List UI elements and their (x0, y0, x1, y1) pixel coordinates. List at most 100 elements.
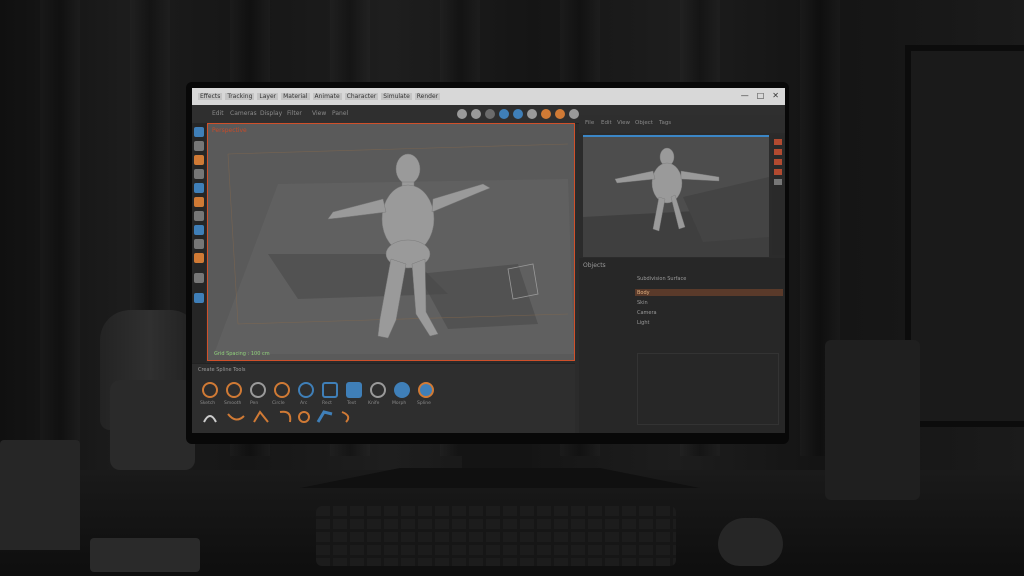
monitor-screen: Effects Tracking Layer Material Animate … (192, 88, 785, 433)
menu-item[interactable]: Simulate (381, 93, 412, 100)
maximize-button[interactable]: □ (757, 91, 765, 100)
arc-tool-icon[interactable] (298, 382, 314, 398)
left-tool-strip (192, 123, 206, 363)
rotate-icon[interactable] (194, 155, 204, 165)
camera-icon[interactable] (774, 139, 782, 145)
curtain-fold (40, 0, 80, 456)
right-menu[interactable]: View (617, 120, 630, 126)
room-scene: Effects Tracking Layer Material Animate … (0, 0, 1024, 576)
menu-item[interactable]: Animate (312, 93, 342, 100)
right-menu[interactable]: File (585, 120, 594, 126)
keyboard (316, 506, 676, 566)
generator-icon[interactable] (555, 109, 565, 119)
object-outliner: Objects Subdivision Surface Body Skin Ca… (579, 258, 785, 433)
circle-tool-icon[interactable] (274, 382, 290, 398)
right-menu[interactable]: Tags (659, 120, 671, 126)
select-icon[interactable] (194, 127, 204, 137)
tool-label: Pen (250, 401, 259, 406)
light-icon[interactable] (774, 149, 782, 155)
sketch-tool-icon[interactable] (202, 382, 218, 398)
tool-label: Morph (392, 401, 407, 406)
outliner-selection (635, 289, 783, 296)
preview-scene (583, 147, 769, 257)
grid-spacing-status: Grid Spacing : 100 cm (214, 351, 270, 357)
rotate-icon[interactable] (471, 109, 481, 119)
morph-tool-icon[interactable] (394, 382, 410, 398)
menu-item[interactable]: Character (344, 93, 379, 100)
pen-tool-icon[interactable] (250, 382, 266, 398)
material-icon[interactable] (774, 159, 782, 165)
tool-label: Arc (300, 401, 308, 406)
desk-item (90, 538, 200, 572)
menu-item[interactable]: Effects (198, 93, 223, 100)
plant-pot (0, 440, 80, 550)
knife-tool-icon[interactable] (370, 382, 386, 398)
text-tool-icon[interactable] (346, 382, 362, 398)
tool-label: Knife (368, 401, 380, 406)
toolbar-menu[interactable]: Edit (212, 110, 224, 117)
vase (110, 380, 195, 470)
window-controls: — □ ✕ (741, 91, 779, 100)
toolbar-menu[interactable]: View (312, 110, 326, 117)
object-icon[interactable] (527, 109, 537, 119)
paint-icon[interactable] (194, 273, 204, 283)
sculpt-icon[interactable] (194, 293, 204, 303)
preview-side-icons (772, 135, 785, 255)
smooth-tool-icon[interactable] (226, 382, 242, 398)
outliner-row[interactable]: Skin (637, 300, 648, 306)
deformer-icon[interactable] (569, 109, 579, 119)
spline-icon[interactable] (541, 109, 551, 119)
workplane-icon[interactable] (194, 253, 204, 263)
points-icon[interactable] (194, 183, 204, 193)
scale-icon[interactable] (485, 109, 495, 119)
speaker (825, 340, 920, 500)
move-icon[interactable] (194, 141, 204, 151)
panel-tabs[interactable]: Create Spline Tools (198, 367, 245, 373)
right-menu[interactable]: Object (635, 120, 653, 126)
outliner-row-selected[interactable]: Body (637, 290, 650, 296)
toolbar-menu[interactable]: Cameras (230, 110, 257, 117)
move-icon[interactable] (457, 109, 467, 119)
snap-icon[interactable] (194, 239, 204, 249)
tool-label: Smooth (224, 401, 242, 406)
picture-frame (905, 45, 1024, 427)
toolbar-menu[interactable]: Display (260, 110, 282, 117)
tool-label: Rect (322, 401, 332, 406)
layer-icon[interactable] (774, 179, 782, 185)
spline-shape-row (203, 410, 350, 423)
perspective-viewport[interactable]: Perspective Grid Spacing: 100 cm (207, 123, 575, 361)
tool-label: Text (347, 401, 357, 406)
axis-icon[interactable] (194, 225, 204, 235)
spline-tools-panel: Create Spline Tools Sketch Smooth Pen Ci… (192, 363, 575, 433)
viewport-scene (214, 143, 574, 354)
menu-item[interactable]: Tracking (225, 93, 255, 100)
menu-bar: Effects Tracking Layer Material Animate … (192, 88, 785, 105)
rect-tool-icon[interactable] (322, 382, 338, 398)
toolbar-menu[interactable]: Panel (332, 110, 348, 117)
minimize-button[interactable]: — (741, 91, 749, 100)
camera-preview-viewport[interactable] (583, 135, 769, 257)
render-settings-icon[interactable] (513, 109, 523, 119)
close-button[interactable]: ✕ (772, 91, 779, 100)
toolbar-menu[interactable]: Filter (287, 110, 302, 117)
outliner-row[interactable]: Camera (637, 310, 657, 316)
tool-label: Circle (272, 401, 285, 406)
tag-icon[interactable] (774, 169, 782, 175)
menu-item[interactable]: Render (414, 93, 441, 100)
outliner-empty-area (637, 353, 779, 425)
tool-label: Sketch (200, 401, 216, 406)
scale-icon[interactable] (194, 169, 204, 179)
menu-item[interactable]: Layer (257, 93, 279, 100)
menu-item[interactable]: Material (281, 93, 310, 100)
tool-label: Spline (417, 401, 431, 406)
edges-icon[interactable] (194, 197, 204, 207)
render-icon[interactable] (499, 109, 509, 119)
right-toolbar: File Edit View Object Tags (579, 115, 785, 133)
outliner-row[interactable]: Subdivision Surface (637, 276, 686, 282)
mouse (718, 518, 783, 566)
outliner-row[interactable]: Light (637, 320, 649, 326)
right-menu[interactable]: Edit (601, 120, 612, 126)
outliner-header: Objects (583, 262, 606, 269)
polygons-icon[interactable] (194, 211, 204, 221)
spline-tool-icon[interactable] (418, 382, 434, 398)
